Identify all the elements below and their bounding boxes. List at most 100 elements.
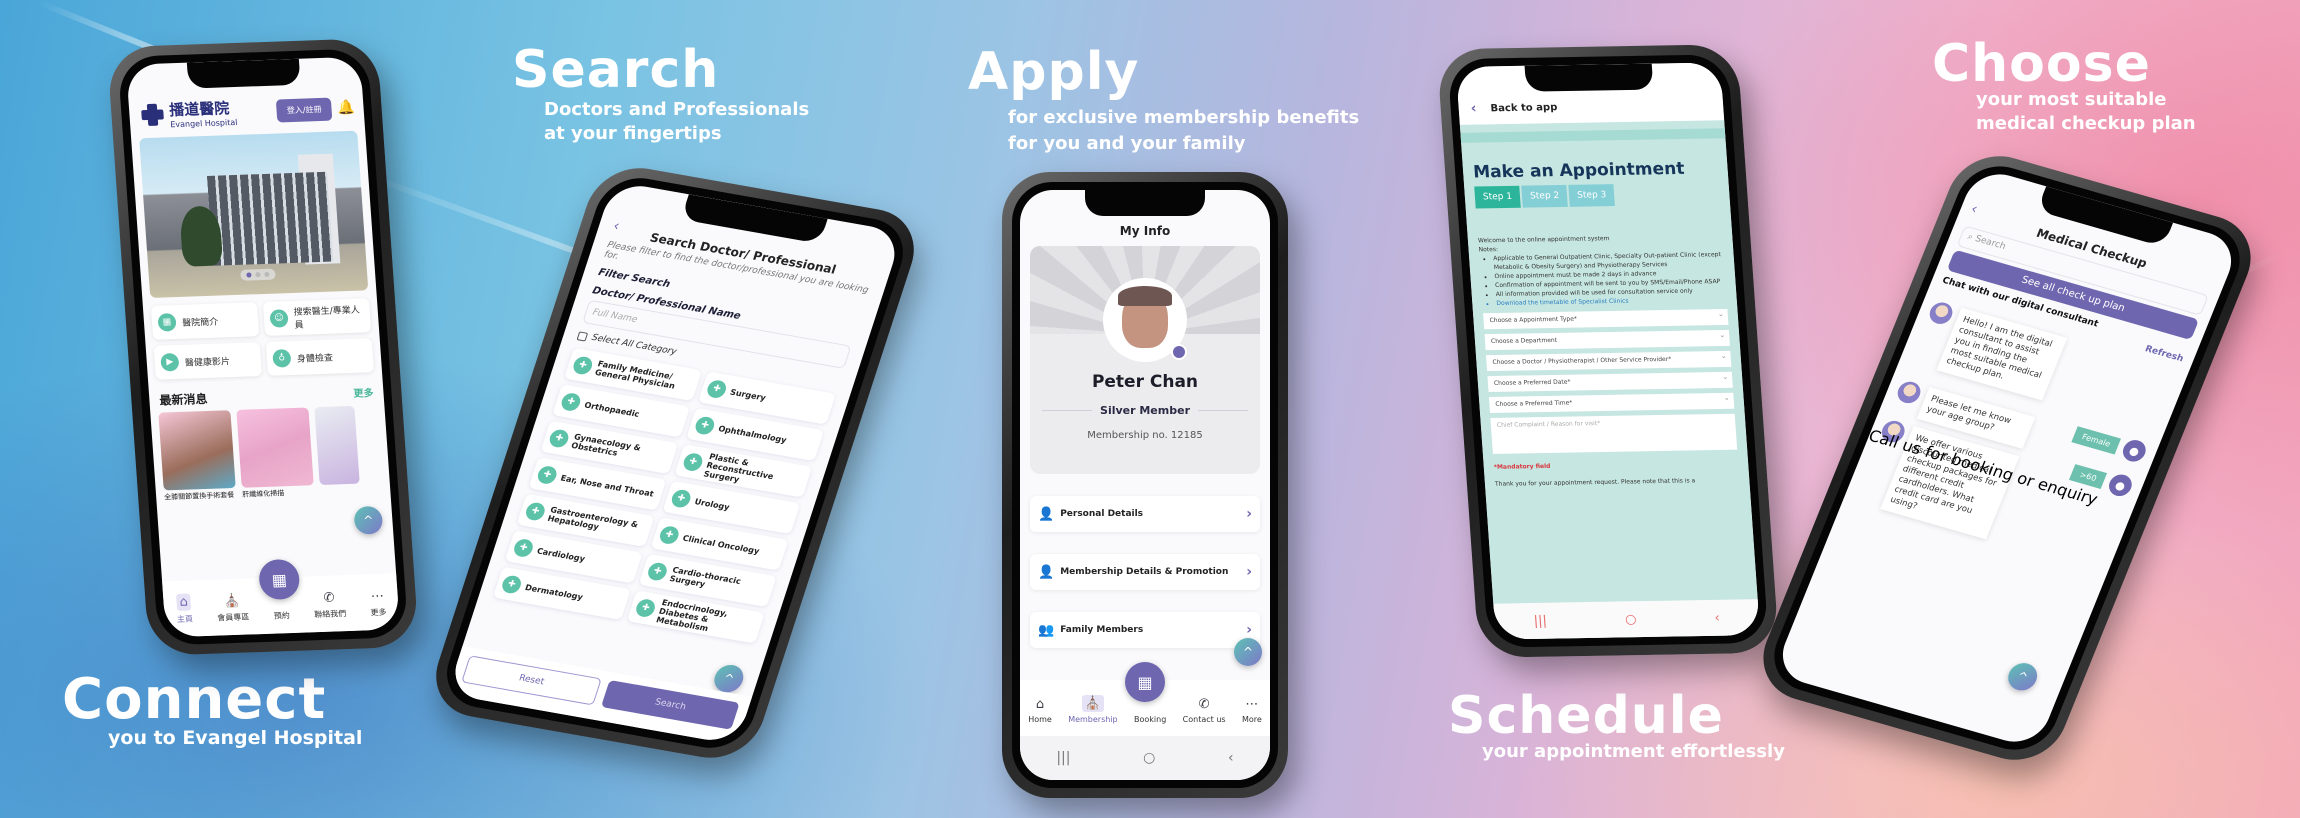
hospital-banner[interactable] (139, 130, 369, 298)
menu-label: Family Members (1060, 625, 1144, 635)
church-icon: ⛪ (1081, 695, 1104, 712)
tab-home[interactable]: ⌂ Home (1028, 697, 1052, 724)
menu-label: Personal Details (1060, 509, 1144, 519)
quick-link[interactable]: ♁ 身體檢查 (265, 338, 375, 376)
news-item[interactable]: 全膝關節置換手術套餐 (158, 410, 236, 502)
tab-step-1[interactable]: Step 1 (1474, 185, 1521, 209)
search-subline-2: at your fingertips (544, 123, 722, 144)
back-nav-icon[interactable]: ‹ (1714, 610, 1720, 625)
date-select[interactable]: Choose a Preferred Date* (1487, 371, 1733, 393)
church-icon: ⛪ (223, 593, 241, 610)
phone-appointment: ‹ Back to app Make an Appointment Step 1… (1436, 44, 1780, 658)
category-icon: ✚ (559, 391, 583, 413)
tab-label: 聯絡我們 (313, 609, 347, 620)
tab-label: 會員專區 (217, 612, 250, 623)
tab-more[interactable]: ⋯ More (1242, 697, 1262, 724)
chevron-right-icon: › (1246, 564, 1252, 580)
quick-link[interactable]: ▶ 醫健康影片 (153, 342, 263, 380)
apply-subline-2: for you and your family (1008, 133, 1246, 154)
tab-label: 預約 (273, 611, 291, 621)
login-button[interactable]: 登入/註冊 (276, 97, 333, 122)
quick-link[interactable]: ▦ 醫院簡介 (150, 302, 260, 340)
tab-step-2[interactable]: Step 2 (1521, 184, 1569, 208)
phone-icon: ✆ (1198, 697, 1210, 712)
recent-apps-icon[interactable]: ||| (1533, 613, 1547, 628)
menu-family-members[interactable]: 👥 Family Members › (1030, 612, 1260, 648)
notch (1524, 63, 1654, 92)
time-select[interactable]: Choose a Preferred Time* (1488, 392, 1735, 413)
camera-icon[interactable] (1171, 344, 1187, 360)
scroll-top-button[interactable]: ^ (353, 505, 384, 535)
appointment-type-select[interactable]: Choose a Appointment Type* (1483, 308, 1729, 330)
menu-membership-details[interactable]: 👤 Membership Details & Promotion › (1030, 554, 1260, 590)
menu-personal-details[interactable]: 👤 Personal Details › (1030, 496, 1260, 532)
tab-label: 更多 (370, 607, 387, 618)
home-button-icon[interactable]: ○ (1143, 750, 1155, 766)
scroll-top-button[interactable]: ^ (1234, 638, 1262, 666)
news-item[interactable] (314, 405, 360, 497)
recent-apps-icon[interactable]: ||| (1056, 750, 1070, 766)
back-nav-icon[interactable]: ‹ (1228, 750, 1234, 766)
header-stripe (1460, 128, 1726, 143)
tab-contact[interactable]: ✆ Contact us (1183, 697, 1226, 724)
scroll-top-button[interactable]: ^ (2003, 659, 2042, 694)
appointment-body: Make an Appointment Step 1 Step 2 Step 3… (1459, 120, 1761, 640)
chevron-right-icon: › (1246, 622, 1252, 638)
search-headline: Search (512, 40, 720, 100)
connect-subline: you to Evangel Hospital (108, 727, 363, 749)
reset-button[interactable]: Reset (461, 655, 602, 706)
category-icon: ✚ (535, 464, 559, 486)
phone-search: ‹ Search Doctor/ Professional Please fil… (423, 160, 927, 766)
category-label: Ophthalmology (717, 423, 788, 445)
back-to-app-link[interactable]: Back to app (1490, 102, 1557, 114)
mandatory-note: *Mandatory field (1493, 462, 1551, 471)
tab-membership[interactable]: ⛪ Membership (1068, 695, 1118, 724)
news-more-link[interactable]: 更多 (353, 384, 374, 402)
chevron-right-icon: › (1246, 506, 1252, 522)
category-label: Orthopaedic (583, 400, 641, 419)
schedule-subline: your appointment effortlessly (1482, 741, 1785, 762)
phone-icon: ✆ (323, 590, 336, 606)
schedule-headline: Schedule (1448, 686, 1724, 746)
logo-zh: 播道醫院 (168, 99, 230, 120)
screen-title: My Info (1119, 224, 1171, 238)
home-screen: 播道醫院 Evangel Hospital 登入/註冊 🔔 ▦ 醫院簡介 ☺ 搜索醫… (125, 56, 401, 638)
quick-link[interactable]: ☺ 搜索醫生/專業人員 (262, 298, 372, 336)
calendar-icon: ▦ (271, 569, 288, 590)
choose-subline-1: your most suitable (1976, 89, 2167, 110)
menu-label: Membership Details & Promotion (1060, 567, 1229, 577)
notch (186, 58, 301, 89)
category-label: Family Medicine/ General Physician (593, 359, 677, 391)
doctor-select[interactable]: Choose a Doctor / Physiotherapist / Othe… (1485, 350, 1732, 372)
news-item[interactable]: 肝纖維化掃描 (236, 407, 314, 499)
category-label: Dermatology (524, 582, 585, 602)
tab-step-3[interactable]: Step 3 (1568, 184, 1616, 207)
appointment-screen: ‹ Back to app Make an Appointment Step 1… (1455, 62, 1761, 640)
bell-icon[interactable]: 🔔 (337, 100, 356, 117)
quick-link-label: 身體檢查 (296, 353, 334, 365)
home-button-icon[interactable]: ○ (1625, 612, 1637, 627)
tab-home[interactable]: ⌂ 主頁 (175, 593, 194, 625)
department-select[interactable]: Choose a Department (1484, 329, 1730, 351)
category-label: Cardio-thoracic Surgery (668, 565, 743, 589)
tab-membership[interactable]: ⛪ 會員專區 (216, 594, 250, 624)
step-tabs: Step 1 Step 2 Step 3 (1474, 182, 1720, 209)
complaint-textarea[interactable]: Chief Complaint / Reason for visit* (1490, 413, 1738, 454)
quick-link-label: 醫健康影片 (184, 356, 231, 369)
hospital-logo-icon (141, 104, 165, 127)
hospital-logo: 播道醫院 Evangel Hospital (168, 97, 238, 129)
tab-more[interactable]: ⋯ 更多 (369, 589, 387, 618)
booking-fab[interactable]: ▦ (1125, 662, 1165, 702)
play-icon: ▶ (160, 352, 180, 372)
myinfo-screen: My Info Peter Chan Silver Member Members… (1020, 190, 1270, 780)
category-label: Surgery (729, 387, 768, 403)
membership-number: Membership no. 12185 (1087, 430, 1203, 441)
category-icon: ✚ (669, 488, 693, 509)
carousel-dots[interactable] (240, 268, 276, 281)
tab-label: 主頁 (176, 614, 194, 624)
tab-contact[interactable]: ✆ 聯絡我們 (313, 590, 347, 620)
search-subline-1: Doctors and Professionals (544, 99, 810, 120)
checkbox-icon (576, 330, 589, 342)
search-actions: Reset Search (446, 645, 753, 745)
back-icon[interactable]: ‹ (1470, 101, 1477, 117)
